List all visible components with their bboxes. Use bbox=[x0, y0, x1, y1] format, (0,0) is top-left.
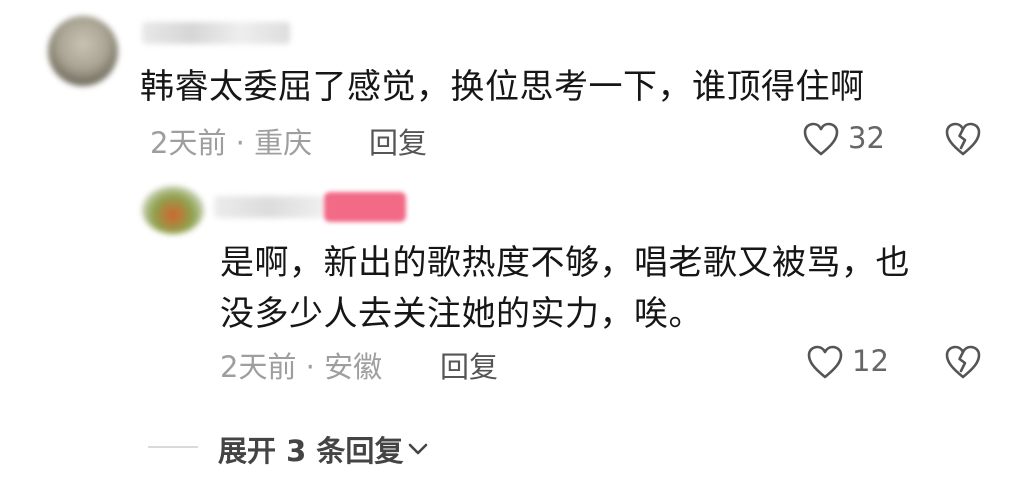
replier-username-blurred[interactable] bbox=[214, 196, 324, 218]
expand-divider bbox=[148, 446, 198, 448]
like-icon[interactable] bbox=[806, 344, 844, 380]
dislike-icon[interactable] bbox=[944, 344, 982, 380]
expand-replies-label: 展开 3 条回复 bbox=[218, 434, 404, 468]
reply-text-line1: 是啊，新出的歌热度不够，唱老歌又被骂，也 bbox=[220, 243, 910, 283]
dislike-icon[interactable] bbox=[944, 121, 982, 157]
author-badge-blurred bbox=[324, 192, 406, 222]
expand-replies-button[interactable]: 展开 3 条回复 bbox=[218, 428, 429, 470]
commenter-username-blurred[interactable] bbox=[142, 22, 290, 44]
comment-text: 韩睿太委屈了感觉，换位思考一下，谁顶得住啊 bbox=[140, 67, 865, 107]
comment-meta: 2天前 · 重庆 bbox=[150, 126, 313, 160]
reply-text-line2: 没多少人去关注她的实力，唉。 bbox=[220, 294, 703, 334]
like-icon[interactable] bbox=[802, 121, 840, 157]
reply-meta: 2天前 · 安徽 bbox=[220, 350, 383, 384]
reply-like-count: 12 bbox=[852, 344, 889, 378]
comment-like-count: 32 bbox=[848, 121, 885, 155]
replier-avatar[interactable] bbox=[142, 186, 204, 234]
reply-reply-button[interactable]: 回复 bbox=[440, 344, 498, 386]
chevron-down-icon bbox=[407, 441, 429, 457]
comment-reply-button[interactable]: 回复 bbox=[369, 120, 427, 162]
commenter-avatar[interactable] bbox=[48, 16, 118, 86]
